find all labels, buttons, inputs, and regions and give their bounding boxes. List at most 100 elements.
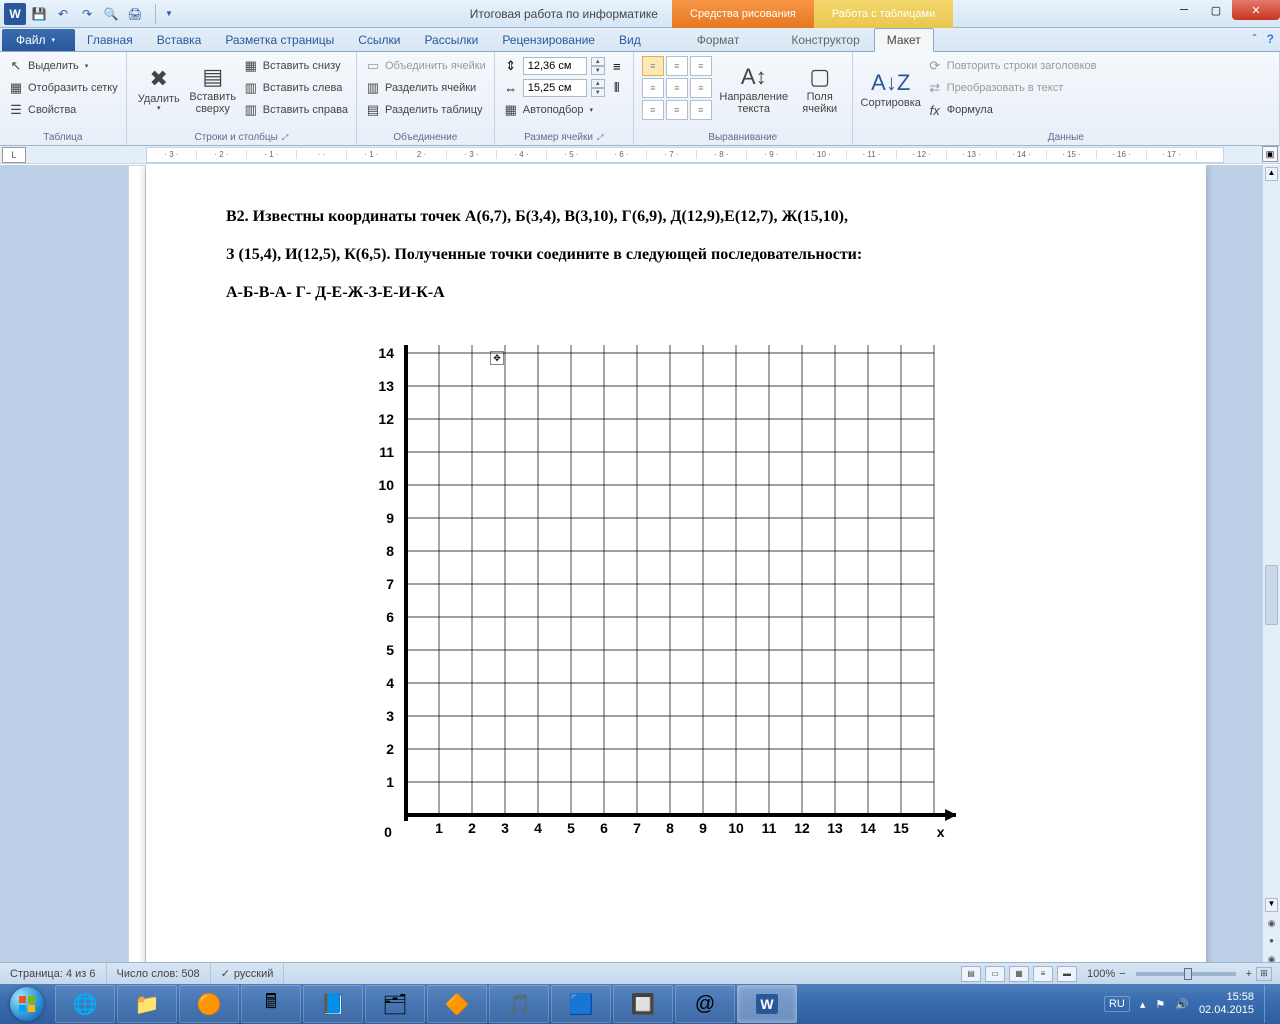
minimize-ribbon-icon[interactable]: ˆ: [1253, 32, 1257, 46]
scroll-down-icon[interactable]: ▼: [1265, 898, 1278, 912]
insert-left-button[interactable]: ▥Вставить слева: [243, 78, 348, 98]
select-button[interactable]: ↖Выделить▾: [8, 56, 118, 76]
coordinate-grid[interactable]: 1234567891011121314151234567891011121314…: [356, 345, 956, 855]
task-calc[interactable]: 🖩: [241, 985, 301, 1023]
qat-customize-icon[interactable]: ▼: [158, 3, 180, 25]
task-explorer[interactable]: 📁: [117, 985, 177, 1023]
prev-page-icon[interactable]: ◉: [1265, 918, 1278, 932]
language-indicator[interactable]: RU: [1104, 996, 1130, 1012]
status-language[interactable]: ✓русский: [211, 963, 285, 984]
col-width-input[interactable]: [523, 79, 587, 97]
split-cells-button[interactable]: ▥Разделить ячейки: [365, 78, 486, 98]
view-gridlines-button[interactable]: ▦Отобразить сетку: [8, 78, 118, 98]
tab-references[interactable]: Ссылки: [346, 29, 412, 51]
status-word-count[interactable]: Число слов: 508: [107, 963, 211, 984]
tray-show-hidden-icon[interactable]: ▴: [1140, 998, 1146, 1011]
preview-icon[interactable]: 🔍: [100, 3, 122, 25]
zoom-level[interactable]: 100%: [1087, 968, 1115, 980]
align-mid-left[interactable]: ≡: [642, 78, 664, 98]
text-direction-button[interactable]: A↕Направление текста: [718, 56, 790, 124]
tab-format-drawing[interactable]: Формат: [683, 29, 754, 51]
task-app1[interactable]: 📘: [303, 985, 363, 1023]
task-vlc[interactable]: 🔶: [427, 985, 487, 1023]
vertical-ruler[interactable]: [128, 165, 146, 972]
width-up[interactable]: ▲: [591, 79, 605, 88]
delete-button[interactable]: ✖Удалить▾: [135, 56, 183, 124]
minimize-button[interactable]: ─: [1168, 0, 1200, 20]
split-table-button[interactable]: ▤Разделить таблицу: [365, 100, 486, 120]
zoom-out-icon[interactable]: −: [1119, 968, 1125, 980]
task-app2[interactable]: 🗂: [365, 985, 425, 1023]
tab-review[interactable]: Рецензирование: [490, 29, 607, 51]
tab-home[interactable]: Главная: [75, 29, 145, 51]
tab-table-design[interactable]: Конструктор: [777, 29, 873, 51]
insert-right-button[interactable]: ▥Вставить справа: [243, 100, 348, 120]
tray-flag-icon[interactable]: ⚑: [1155, 998, 1165, 1011]
start-button[interactable]: [0, 984, 54, 1024]
align-top-center[interactable]: ≡: [666, 56, 688, 76]
sort-button[interactable]: A↓ZСортировка: [861, 56, 921, 124]
status-page[interactable]: Страница: 4 из 6: [0, 963, 107, 984]
file-tab[interactable]: Файл: [2, 29, 75, 51]
insert-below-button[interactable]: ▦Вставить снизу: [243, 56, 348, 76]
save-icon[interactable]: 💾: [28, 3, 50, 25]
row-height-input[interactable]: [523, 57, 587, 75]
browse-object-icon[interactable]: ●: [1265, 936, 1278, 950]
properties-button[interactable]: ☰Свойства: [8, 100, 118, 120]
close-button[interactable]: ✕: [1232, 0, 1280, 20]
zoom-thumb[interactable]: [1184, 968, 1192, 980]
print-icon[interactable]: 🖨: [124, 3, 146, 25]
autofit-button[interactable]: ▦Автоподбор▾: [503, 100, 625, 120]
tab-selector[interactable]: L: [2, 147, 26, 163]
align-top-right[interactable]: ≡: [690, 56, 712, 76]
task-browser[interactable]: 🟠: [179, 985, 239, 1023]
distribute-rows-icon[interactable]: ≡: [609, 59, 625, 74]
align-bot-center[interactable]: ≡: [666, 100, 688, 120]
tray-volume-icon[interactable]: 🔊: [1175, 998, 1189, 1011]
task-mail[interactable]: @: [675, 985, 735, 1023]
zoom-in-icon[interactable]: +: [1246, 968, 1252, 980]
formula-button[interactable]: fxФормула: [927, 100, 1097, 120]
document-page[interactable]: В2. Известны координаты точек А(6,7), Б(…: [146, 165, 1206, 972]
task-app4[interactable]: 🟦: [551, 985, 611, 1023]
ruler-toggle-icon[interactable]: ▣: [1262, 146, 1278, 162]
height-down[interactable]: ▼: [591, 66, 605, 75]
task-ie[interactable]: 🌐: [55, 985, 115, 1023]
align-mid-right[interactable]: ≡: [690, 78, 712, 98]
task-word[interactable]: W: [737, 985, 797, 1023]
show-desktop-button[interactable]: [1264, 985, 1272, 1023]
tab-mailings[interactable]: Рассылки: [412, 29, 490, 51]
tray-clock[interactable]: 15:58 02.04.2015: [1199, 991, 1254, 1017]
tab-insert[interactable]: Вставка: [145, 29, 214, 51]
maximize-button[interactable]: ▢: [1200, 0, 1232, 20]
align-mid-center[interactable]: ≡: [666, 78, 688, 98]
redo-icon[interactable]: ↷: [76, 3, 98, 25]
tab-view[interactable]: Вид: [607, 29, 653, 51]
view-print-layout[interactable]: ▤: [961, 966, 981, 982]
help-icon[interactable]: ?: [1267, 32, 1274, 46]
task-app3[interactable]: 🎵: [489, 985, 549, 1023]
distribute-cols-icon[interactable]: ⫴: [609, 80, 625, 96]
align-bot-right[interactable]: ≡: [690, 100, 712, 120]
align-bot-left[interactable]: ≡: [642, 100, 664, 120]
height-up[interactable]: ▲: [591, 57, 605, 66]
view-fullscreen[interactable]: ▭: [985, 966, 1005, 982]
view-outline[interactable]: ≡: [1033, 966, 1053, 982]
zoom-fit-icon[interactable]: ⊞: [1256, 967, 1272, 981]
tab-table-layout[interactable]: Макет: [874, 28, 934, 52]
rows-cols-launcher[interactable]: ⤢: [282, 133, 288, 143]
tab-page-layout[interactable]: Разметка страницы: [213, 29, 346, 51]
horizontal-ruler[interactable]: · 3 ·· 2 ·· 1 ·· ·· 1 ·2 ·· 3 ·· 4 ·· 5 …: [146, 147, 1224, 163]
scroll-up-icon[interactable]: ▲: [1265, 167, 1278, 181]
scroll-thumb[interactable]: [1265, 565, 1278, 625]
width-down[interactable]: ▼: [591, 88, 605, 97]
cell-size-launcher[interactable]: ⤢: [597, 133, 603, 143]
view-draft[interactable]: ▬: [1057, 966, 1077, 982]
task-app5[interactable]: 🔲: [613, 985, 673, 1023]
view-web[interactable]: ▦: [1009, 966, 1029, 982]
undo-icon[interactable]: ↶: [52, 3, 74, 25]
insert-above-button[interactable]: ▤Вставить сверху: [189, 56, 237, 124]
vertical-scrollbar[interactable]: ▲ ▼ ◉ ● ◉: [1262, 165, 1280, 972]
align-top-left[interactable]: ≡: [642, 56, 664, 76]
cell-margins-button[interactable]: ▢Поля ячейки: [796, 56, 844, 124]
